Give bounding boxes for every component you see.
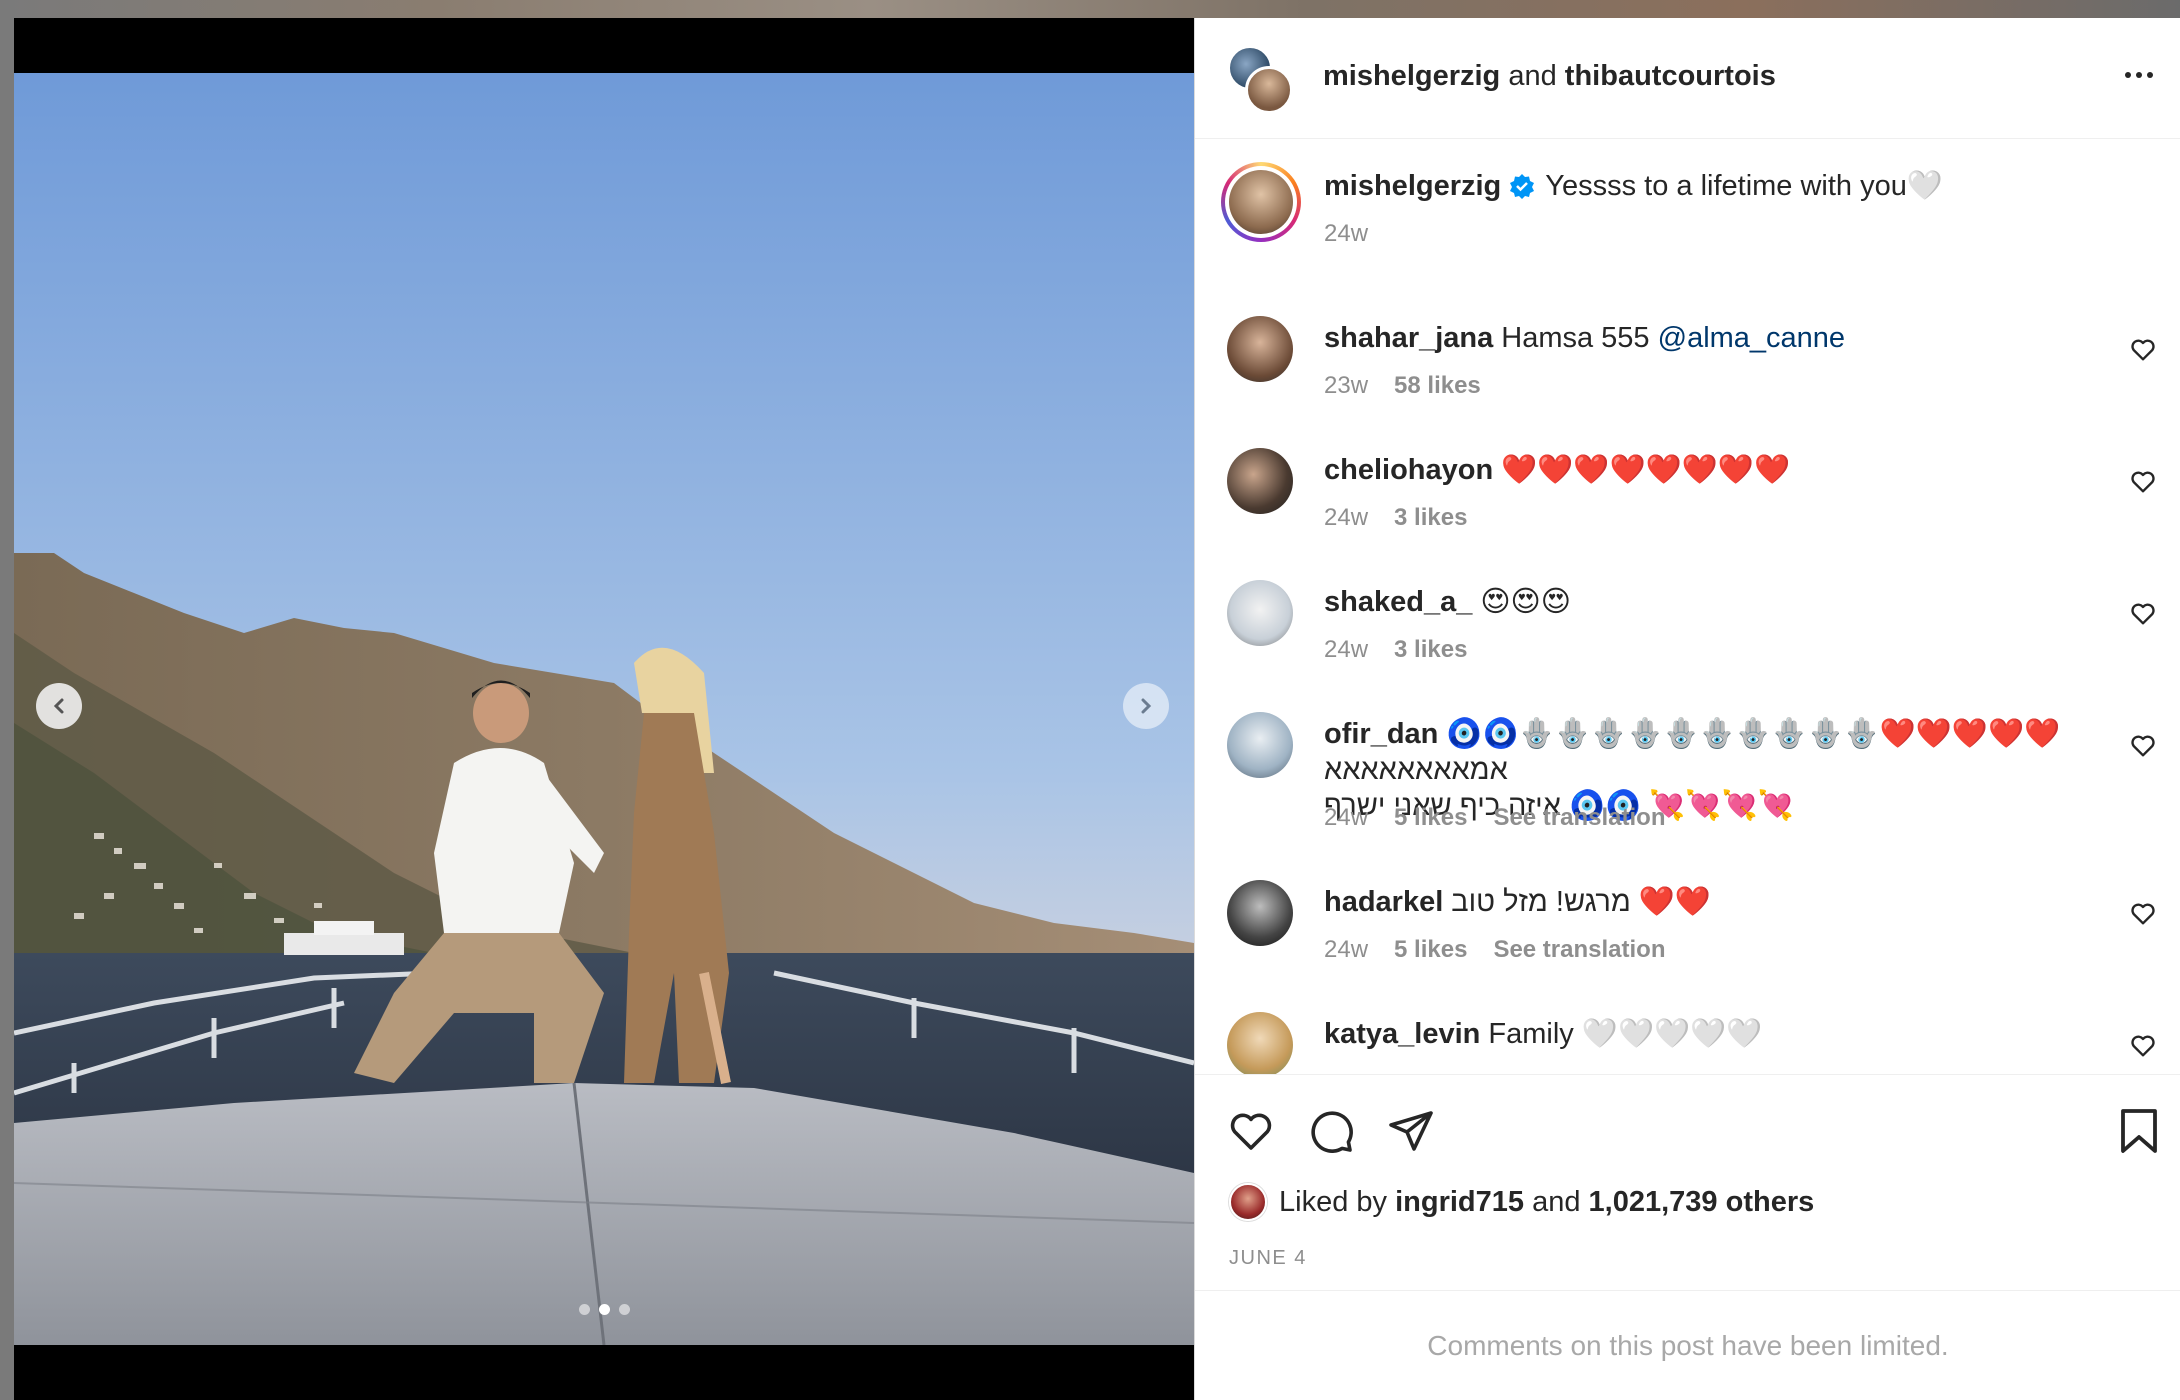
comment-body: shahar_jana Hamsa 555 @alma_canne bbox=[1324, 320, 2084, 356]
likes-count[interactable]: 58 likes bbox=[1394, 372, 1481, 400]
comment-username[interactable]: shahar_jana bbox=[1324, 322, 1493, 354]
liked-by-user[interactable]: ingrid715 bbox=[1395, 1186, 1524, 1219]
comment-meta: 24w 5 likes See translation bbox=[1324, 936, 1666, 964]
see-translation-link[interactable]: See translation bbox=[1493, 804, 1665, 832]
liked-by-and: and bbox=[1532, 1185, 1581, 1218]
post-date[interactable]: JUNE 4 bbox=[1229, 1247, 1307, 1270]
post-author-names: mishelgerzig and thibautcourtois bbox=[1323, 60, 1776, 93]
comment-text: Hamsa 555 bbox=[1501, 322, 1658, 354]
mention-link[interactable]: @alma_canne bbox=[1658, 322, 1845, 354]
heart-icon[interactable] bbox=[2129, 600, 2157, 628]
likes-count[interactable]: 5 likes bbox=[1394, 804, 1467, 832]
caption-body: mishelgerzig Yessss to a lifetime with y… bbox=[1324, 168, 2084, 208]
comment-body: hadarkel מרגש! מזל טוב ❤️❤️ bbox=[1324, 884, 2084, 920]
heart-icon[interactable] bbox=[2129, 336, 2157, 364]
carousel-indicator bbox=[579, 1304, 630, 1315]
carousel-dot-active bbox=[599, 1304, 610, 1315]
author-link[interactable]: thibautcourtois bbox=[1565, 60, 1776, 92]
heart-icon[interactable] bbox=[2129, 1032, 2157, 1060]
comment-text: מרגש! מזל טוב ❤️❤️ bbox=[1451, 886, 1712, 918]
conjunction: and bbox=[1508, 60, 1557, 92]
caption-text: Yessss to a lifetime with you🤍 bbox=[1545, 170, 1943, 202]
more-options-button[interactable] bbox=[2119, 60, 2159, 90]
likes-count[interactable]: 5 likes bbox=[1394, 936, 1467, 964]
carousel-dot bbox=[619, 1304, 630, 1315]
liked-by: Liked by ingrid715 and 1,021,739 others bbox=[1229, 1183, 1814, 1221]
avatar[interactable] bbox=[1221, 162, 1301, 242]
share-icon[interactable] bbox=[1387, 1107, 1435, 1155]
comment-body: shaked_a_ 😍😍😍 bbox=[1324, 584, 2084, 620]
verified-icon bbox=[1509, 172, 1535, 208]
chevron-right-icon bbox=[1141, 698, 1152, 714]
comment-meta: 23w 58 likes bbox=[1324, 372, 1507, 400]
avatar[interactable] bbox=[1227, 580, 1293, 646]
comment-username[interactable]: katya_levin bbox=[1324, 1018, 1480, 1050]
comment-username[interactable]: ofir_dan bbox=[1324, 718, 1438, 750]
comment-icon[interactable] bbox=[1307, 1107, 1355, 1155]
timestamp[interactable]: 24w bbox=[1324, 636, 1368, 664]
avatar[interactable] bbox=[1227, 880, 1293, 946]
likes-count[interactable]: 3 likes bbox=[1394, 636, 1467, 664]
comment-username[interactable]: mishelgerzig bbox=[1324, 170, 1501, 202]
comment-username[interactable]: cheliohayon bbox=[1324, 454, 1493, 486]
post-photo[interactable] bbox=[14, 73, 1194, 1345]
comment-meta: 24w 5 likes See translation bbox=[1324, 804, 1666, 832]
avatar[interactable] bbox=[1227, 1012, 1293, 1074]
comments-limited-notice: Comments on this post have been limited. bbox=[1195, 1290, 2180, 1400]
comment-text: ❤️❤️❤️❤️❤️❤️❤️❤️ bbox=[1501, 454, 1791, 486]
comment-text: Family 🤍🤍🤍🤍🤍 bbox=[1488, 1018, 1763, 1050]
heart-icon[interactable] bbox=[2129, 468, 2157, 496]
avatar[interactable] bbox=[1227, 448, 1293, 514]
more-icon bbox=[2125, 72, 2131, 78]
comment-username[interactable]: shaked_a_ bbox=[1324, 586, 1472, 618]
liked-by-prefix: Liked by bbox=[1279, 1185, 1388, 1218]
previous-photo-button[interactable] bbox=[36, 683, 82, 729]
likes-count-link[interactable]: 1,021,739 others bbox=[1589, 1186, 1815, 1219]
timestamp[interactable]: 23w bbox=[1324, 372, 1368, 400]
timestamp[interactable]: 24w bbox=[1324, 220, 1368, 248]
timestamp[interactable]: 24w bbox=[1324, 804, 1368, 832]
background-left bbox=[0, 0, 14, 1400]
comment-username[interactable]: hadarkel bbox=[1324, 886, 1443, 918]
heart-icon[interactable] bbox=[2129, 900, 2157, 928]
comments-list[interactable]: mishelgerzig Yessss to a lifetime with y… bbox=[1195, 140, 2180, 1074]
likes-count[interactable]: 3 likes bbox=[1394, 504, 1467, 532]
comment-text: 😍😍😍 bbox=[1480, 586, 1572, 618]
next-photo-button[interactable] bbox=[1123, 683, 1169, 729]
author-link[interactable]: mishelgerzig bbox=[1323, 60, 1500, 92]
avatar bbox=[1245, 66, 1293, 114]
post-header: mishelgerzig and thibautcourtois bbox=[1195, 18, 2180, 139]
collab-avatars[interactable] bbox=[1228, 46, 1293, 114]
timestamp[interactable]: 24w bbox=[1324, 936, 1368, 964]
avatar bbox=[1229, 1183, 1267, 1221]
comment-body: katya_levin Family 🤍🤍🤍🤍🤍 bbox=[1324, 1016, 2084, 1052]
background-strip bbox=[0, 0, 2180, 18]
timestamp[interactable]: 24w bbox=[1324, 504, 1368, 532]
heart-icon[interactable] bbox=[2129, 732, 2157, 760]
post-media bbox=[14, 18, 1194, 1400]
chevron-left-icon bbox=[53, 698, 64, 714]
comment-meta: 24w 3 likes bbox=[1324, 636, 1467, 664]
heart-icon[interactable] bbox=[1227, 1107, 1275, 1155]
post-side-panel: mishelgerzig and thibautcourtois mishelg… bbox=[1194, 18, 2180, 1400]
caption-meta: 24w bbox=[1324, 220, 1368, 248]
avatar[interactable] bbox=[1227, 712, 1293, 778]
see-translation-link[interactable]: See translation bbox=[1493, 936, 1665, 964]
bookmark-icon[interactable] bbox=[2117, 1107, 2161, 1155]
carousel-dot bbox=[579, 1304, 590, 1315]
comment-body: cheliohayon ❤️❤️❤️❤️❤️❤️❤️❤️ bbox=[1324, 452, 2084, 488]
avatar[interactable] bbox=[1227, 316, 1293, 382]
comment-meta: 24w 3 likes bbox=[1324, 504, 1467, 532]
